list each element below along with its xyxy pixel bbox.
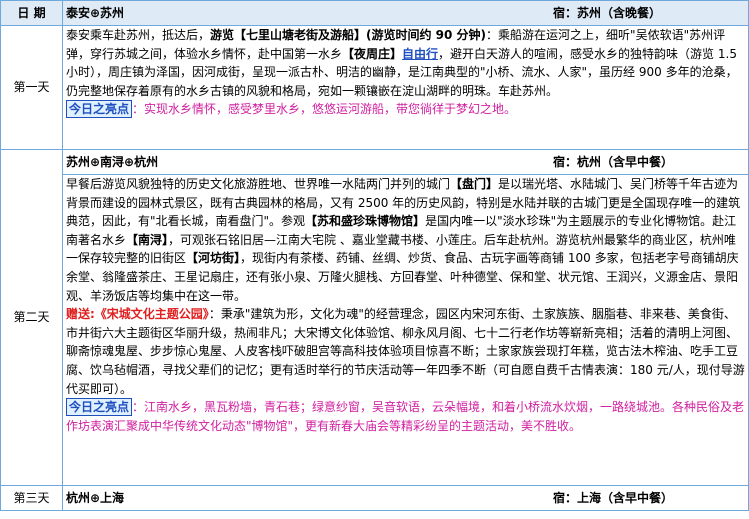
day1-highlight: ：实现水乡情怀，感受梦里水乡，悠悠运河游船，带您徜徉于梦幻之地。 [132, 102, 517, 117]
day2-route-row: 第二天 苏州⊕南浔⊕杭州 宿：杭州（含早中餐） [0, 149, 749, 486]
day3-label: 第三天 [0, 485, 63, 511]
day2-gift-label: 赠送:《宋城文化主题公园》 [66, 307, 209, 322]
day2-stay: 宿：杭州（含早中餐） [553, 155, 674, 169]
day1-attraction-shantang: 游览【七里山塘老街及游船】(游览时间约 90 分钟) [210, 28, 487, 42]
day1-attraction-zhouzhuang: 【夜周庄】 [342, 46, 403, 61]
day1-content: 泰安乘车赴苏州，抵达后，游览【七里山塘老街及游船】(游览时间约 90 分钟)：乘… [62, 25, 749, 150]
day2-highlight-line: 今日之亮点 ：江南水乡，黑瓦粉墙，青石巷；绿意纱窗，吴音软语，云朵幅境，和着小桥流… [66, 398, 745, 435]
day1-route-header: 泰安⊕苏州 宿：苏州（含晚餐） [62, 0, 749, 26]
day3-row: 第三天 杭州⊕上海 宿：上海（含早中餐） [0, 485, 749, 511]
day2-row: 早餐后游览风貌独特的历史文化旅游胜地、世界唯一水陆两门并列的城门【盘门】是以瑞光… [1, 174, 749, 486]
day2-attraction-hefang: 【河坊街】 [186, 251, 241, 266]
day2-text-a: 早餐后游览风貌独特的历史文化旅游胜地、世界唯一水陆两门并列的城门 [66, 177, 451, 191]
day3-route: 杭州⊕上海 [66, 491, 125, 505]
day1-highlight-label: 今日之亮点 [66, 100, 133, 119]
header-row: 日 期 泰安⊕苏州 宿：苏州（含晚餐） [0, 0, 749, 26]
day2-attraction-nanxun: 【南浔】 [126, 232, 169, 247]
day2-attraction-panmen: 【盘门】 [450, 177, 499, 191]
day2-text: 早餐后游览风貌独特的历史文化旅游胜地、世界唯一水陆两门并列的城门【盘门】是以瑞光… [66, 175, 745, 305]
day1-text: 泰安乘车赴苏州，抵达后，游览【七里山塘老街及游船】(游览时间约 90 分钟)：乘… [66, 26, 745, 100]
day2-route: 苏州⊕南浔⊕杭州 [66, 155, 159, 169]
day2-route-header: 苏州⊕南浔⊕杭州 宿：杭州（含早中餐） [62, 149, 749, 175]
day1-label: 第一天 [0, 25, 63, 150]
day3-route-header: 杭州⊕上海 宿：上海（含早中餐） [62, 485, 749, 511]
day3-stay: 宿：上海（含早中餐） [553, 491, 674, 505]
free-travel-link[interactable]: 自由行 [402, 47, 438, 61]
day2-content: 早餐后游览风貌独特的历史文化旅游胜地、世界唯一水陆两门并列的城门【盘门】是以瑞光… [62, 174, 749, 486]
day2-attraction-museum: 【苏和盛珍珠博物馆】 [305, 214, 426, 229]
itinerary-table: 日 期 泰安⊕苏州 宿：苏州（含晚餐） 第一天 泰安乘车赴苏州，抵达后，游览【七… [0, 0, 749, 511]
day1-route: 泰安⊕苏州 [66, 6, 125, 20]
day2-highlight-label: 今日之亮点 [66, 398, 133, 417]
day2-highlight: ：江南水乡，黑瓦粉墙，青石巷；绿意纱窗，吴音软语，云朵幅境，和着小桥流水炊烟，一… [66, 400, 745, 433]
day2-gift: 赠送:《宋城文化主题公园》：秉承"建筑为形，文化为魂"的经营理念，园区内宋河东街… [66, 305, 745, 398]
day1-row: 第一天 泰安乘车赴苏州，抵达后，游览【七里山塘老街及游船】(游览时间约 90 分… [0, 25, 749, 150]
day2-label: 第二天 [0, 149, 63, 486]
day1-stay: 宿：苏州（含晚餐） [553, 6, 662, 20]
day1-highlight-line: 今日之亮点 ：实现水乡情怀，感受梦里水乡，悠悠运河游船，带您徜徉于梦幻之地。 [66, 100, 745, 119]
date-header: 日 期 [0, 0, 63, 26]
day1-text-a: 泰安乘车赴苏州，抵达后， [66, 28, 211, 42]
